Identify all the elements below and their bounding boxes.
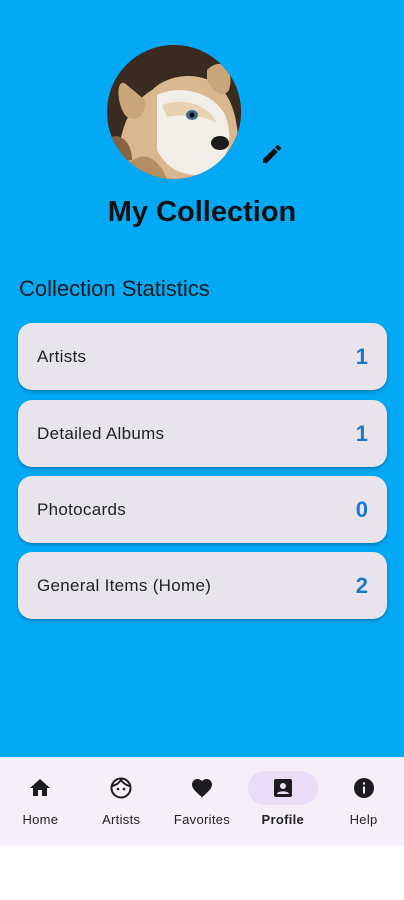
stat-label: Artists <box>37 346 87 366</box>
stat-label: Photocards <box>37 499 126 519</box>
stat-label: General Items (Home) <box>37 575 212 595</box>
nav-item-profile[interactable]: Profile <box>242 757 323 846</box>
stat-value: 0 <box>355 496 368 522</box>
avatar[interactable] <box>107 45 241 179</box>
nav-label: Home <box>22 812 59 827</box>
nav-item-favorites[interactable]: Favorites <box>162 757 243 846</box>
stat-value: 1 <box>355 420 368 446</box>
bottom-navigation: Home Artists Favorites Profile Help <box>0 757 404 846</box>
page-title: My Collection <box>107 196 297 228</box>
nav-label: Artists <box>102 812 141 827</box>
nav-item-home[interactable]: Home <box>0 757 81 846</box>
stat-value: 1 <box>355 343 368 369</box>
stat-card-artists[interactable]: Artists 1 <box>18 323 387 390</box>
nav-label: Profile <box>261 812 305 827</box>
app-screen: My Collection Collection Statistics Arti… <box>0 0 404 900</box>
stat-label: Detailed Albums <box>37 423 165 443</box>
nav-label: Favorites <box>173 812 231 827</box>
stat-card-general-items[interactable]: General Items (Home) 2 <box>18 552 387 619</box>
nav-item-help[interactable]: Help <box>323 757 404 846</box>
nav-icon-container <box>5 771 75 805</box>
nav-icon-container <box>247 771 318 805</box>
info-icon <box>353 778 374 798</box>
stat-value: 2 <box>355 572 368 598</box>
heart-icon <box>191 779 212 798</box>
nav-item-artists[interactable]: Artists <box>81 757 162 846</box>
nav-label: Help <box>349 812 378 827</box>
profile-icon <box>273 779 292 797</box>
system-area <box>0 846 404 900</box>
dog-photo-image <box>107 45 241 179</box>
stat-card-detailed-albums[interactable]: Detailed Albums 1 <box>18 400 387 467</box>
nav-icon-container <box>86 771 156 805</box>
nav-icon-container <box>329 771 399 805</box>
profile-content: My Collection Collection Statistics Arti… <box>0 0 404 757</box>
section-title: Collection Statistics <box>19 276 210 301</box>
face-icon <box>110 777 132 799</box>
home-icon <box>30 779 51 796</box>
stat-card-photocards[interactable]: Photocards 0 <box>18 476 387 543</box>
nav-icon-container <box>167 771 237 805</box>
pencil-icon <box>263 144 282 163</box>
edit-profile-button[interactable] <box>258 140 286 168</box>
